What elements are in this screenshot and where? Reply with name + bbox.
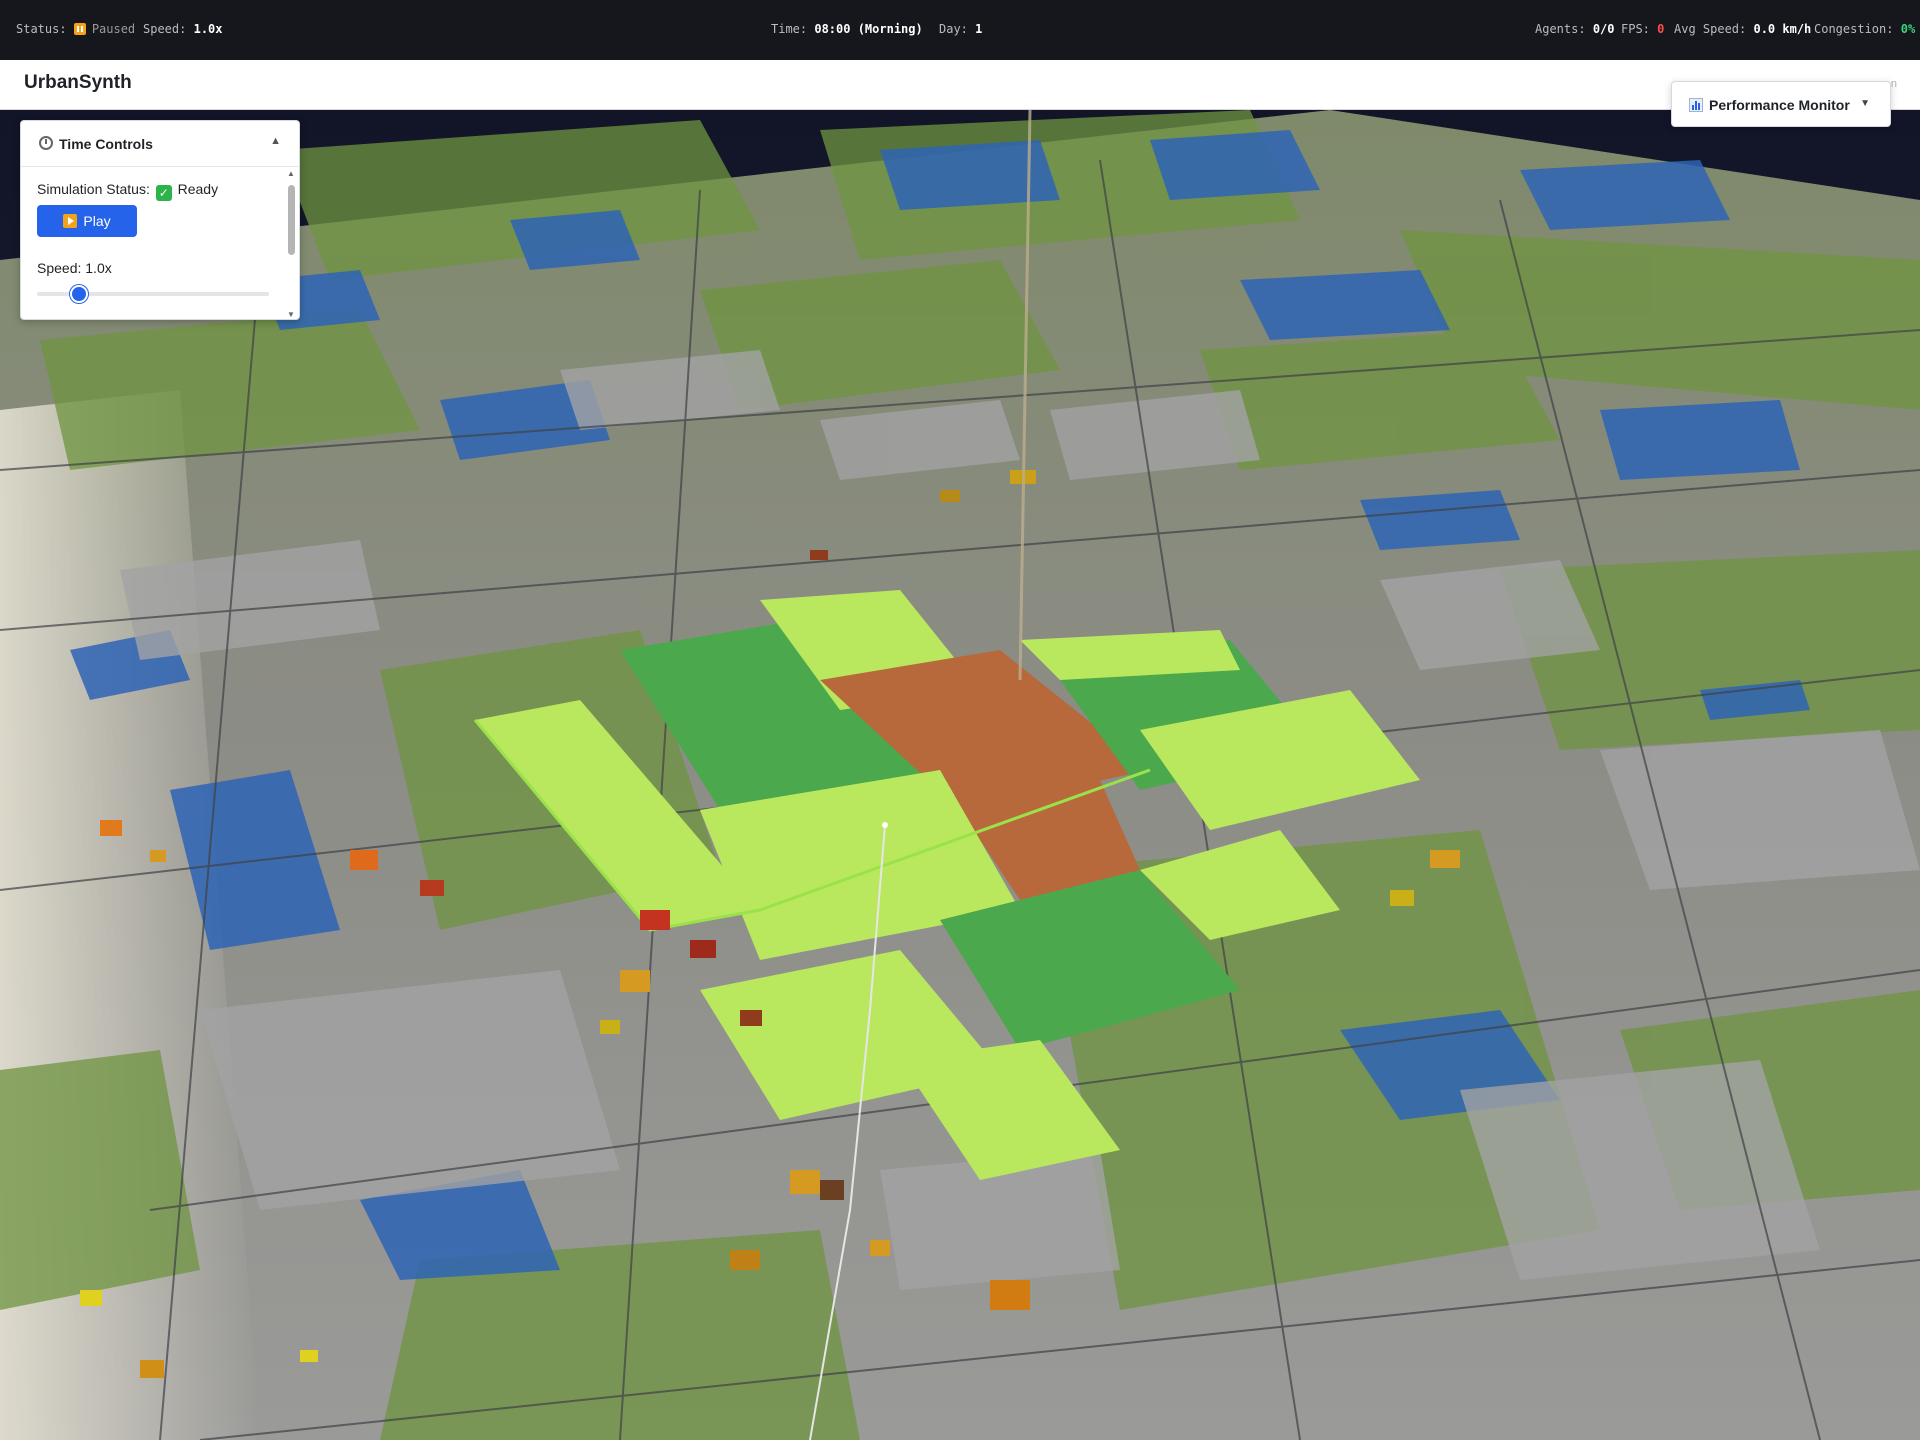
bar-chart-icon — [1689, 98, 1703, 112]
status-bar: Status: Paused Speed: 1.0x Time: 08:00 (… — [0, 0, 1920, 60]
time-controls-header[interactable]: Time Controls ▲ — [21, 121, 299, 167]
play-icon — [63, 214, 78, 228]
clipped-header-text: n — [1890, 78, 1897, 90]
time-label: Time: — [771, 22, 808, 36]
scroll-up-icon[interactable]: ▲ — [287, 169, 295, 178]
avg-speed-label: Avg Speed: — [1674, 22, 1747, 36]
panel-scrollbar[interactable]: ▲ ▼ — [285, 169, 297, 319]
speed-label: Speed: — [143, 22, 187, 36]
speed-indicator: Speed: 1.0x — [143, 22, 223, 36]
performance-monitor-title: Performance Monitor — [1709, 97, 1850, 113]
speed-value: 1.0x — [193, 22, 223, 36]
avg-speed-value: 0.0 km/h — [1753, 22, 1812, 36]
speed-slider-label: Speed: 1.0x — [37, 260, 112, 276]
app-header: UrbanSynth n — [0, 60, 1920, 110]
time-controls-body: Simulation Status: ✓ Ready Play Speed: 1… — [37, 181, 277, 303]
speed-slider-thumb[interactable] — [69, 285, 88, 303]
chevron-down-icon[interactable]: ▼ — [1860, 98, 1870, 109]
day-indicator: Day: 1 — [939, 22, 982, 36]
time-controls-panel: Time Controls ▲ Simulation Status: ✓ Rea… — [20, 120, 300, 320]
time-value: 08:00 (Morning) — [814, 22, 923, 36]
status-indicator: Status: Paused — [16, 22, 135, 36]
day-value: 1 — [975, 22, 983, 36]
performance-monitor-toggle[interactable]: Performance Monitor ▼ — [1671, 81, 1891, 127]
speed-slider[interactable] — [37, 285, 269, 303]
fps-label: FPS: — [1621, 22, 1650, 36]
day-label: Day: — [939, 22, 968, 36]
chevron-up-icon[interactable]: ▲ — [270, 135, 281, 147]
simulation-status-label: Simulation Status: — [37, 181, 150, 197]
stopwatch-icon — [39, 136, 53, 150]
fps-indicator: FPS: 0 — [1621, 22, 1664, 36]
play-button[interactable]: Play — [37, 205, 137, 237]
status-value: Paused — [91, 22, 136, 36]
simulation-status-value: Ready — [177, 181, 219, 197]
congestion-value: 0% — [1900, 22, 1916, 36]
play-button-label: Play — [83, 213, 111, 229]
time-controls-title: Time Controls — [59, 136, 153, 152]
fps-value: 0 — [1657, 22, 1665, 36]
status-label: Status: — [16, 22, 67, 36]
agents-indicator: Agents: 0/0 — [1535, 22, 1615, 36]
congestion-label: Congestion: — [1814, 22, 1894, 36]
pause-icon — [73, 23, 86, 35]
time-indicator: Time: 08:00 (Morning) — [771, 22, 923, 36]
avg-speed-indicator: Avg Speed: 0.0 km/h — [1674, 22, 1811, 36]
scrollbar-thumb[interactable] — [288, 185, 295, 255]
agents-label: Agents: — [1535, 22, 1586, 36]
scroll-down-icon[interactable]: ▼ — [287, 310, 295, 319]
app-title: UrbanSynth — [24, 72, 132, 93]
check-icon: ✓ — [155, 185, 172, 201]
agents-value: 0/0 — [1592, 22, 1615, 36]
congestion-indicator: Congestion: 0% — [1814, 22, 1915, 36]
simulation-status: Simulation Status: ✓ Ready — [37, 181, 277, 201]
